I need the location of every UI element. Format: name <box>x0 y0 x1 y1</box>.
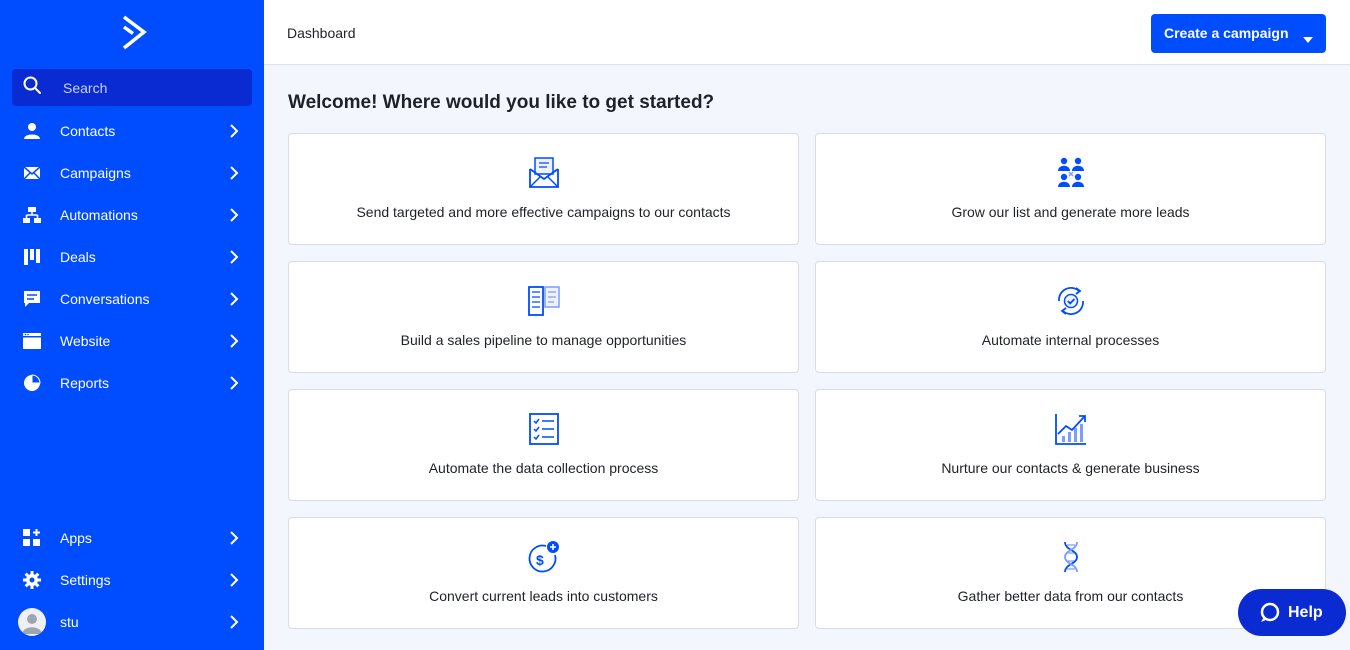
chevron-right-icon <box>228 376 240 390</box>
svg-text:$: $ <box>536 552 544 568</box>
card-label: Nurture our contacts & generate business <box>941 460 1200 476</box>
card-label: Convert current leads into customers <box>429 588 658 604</box>
card-convert-leads[interactable]: $ Convert current leads into customers <box>288 517 799 629</box>
card-label: Send targeted and more effective campaig… <box>356 204 731 220</box>
create-campaign-button[interactable]: Create a campaign <box>1151 14 1326 53</box>
chevron-right-icon <box>228 531 240 545</box>
search-input[interactable]: Search <box>12 69 252 106</box>
sidebar-item-label: Settings <box>60 572 111 588</box>
chevron-right-icon <box>228 124 240 138</box>
sidebar-item-website[interactable]: Website <box>0 320 264 362</box>
sidebar-item-label: Apps <box>60 530 92 546</box>
caret-down-icon[interactable] <box>1303 30 1313 43</box>
growth-chart-icon <box>1054 412 1088 446</box>
help-button[interactable]: Help <box>1238 589 1346 636</box>
envelope-icon <box>23 164 41 182</box>
card-grow-list[interactable]: Grow our list and generate more leads <box>815 133 1326 245</box>
welcome-heading: Welcome! Where would you like to get sta… <box>288 92 715 113</box>
checklist-icon <box>527 412 561 446</box>
sidebar-item-conversations[interactable]: Conversations <box>0 278 264 320</box>
apps-grid-icon <box>23 529 41 547</box>
sidebar-item-campaigns[interactable]: Campaigns <box>0 152 264 194</box>
sidebar-item-deals[interactable]: Deals <box>0 236 264 278</box>
chevron-right-icon <box>228 208 240 222</box>
chevron-right-icon <box>228 615 240 629</box>
search-icon <box>23 76 41 99</box>
sidebar-item-contacts[interactable]: Contacts <box>0 110 264 152</box>
sidebar: Search Contacts Campaigns Automations De… <box>0 0 264 650</box>
top-header: Dashboard Create a campaign <box>264 0 1350 65</box>
chevron-right-icon <box>228 573 240 587</box>
create-campaign-label: Create a campaign <box>1164 25 1289 41</box>
people-group-icon <box>1054 156 1088 190</box>
chevron-right-icon <box>228 334 240 348</box>
sync-check-icon <box>1054 284 1088 318</box>
sidebar-item-apps[interactable]: Apps <box>0 517 264 559</box>
page-title: Dashboard <box>287 25 356 41</box>
pipeline-icon <box>527 284 561 318</box>
chevron-right-icon <box>228 250 240 264</box>
kanban-icon <box>23 248 41 266</box>
card-automate-internal[interactable]: Automate internal processes <box>815 261 1326 373</box>
dollar-plus-icon: $ <box>527 540 561 574</box>
card-label: Automate internal processes <box>981 332 1160 348</box>
sidebar-item-label: Conversations <box>60 291 150 307</box>
avatar <box>18 608 46 636</box>
card-label: Automate the data collection process <box>428 460 659 476</box>
dna-icon <box>1054 540 1088 574</box>
sidebar-item-automations[interactable]: Automations <box>0 194 264 236</box>
chat-icon <box>23 290 41 308</box>
help-label: Help <box>1288 604 1323 621</box>
flowchart-icon <box>23 206 41 224</box>
chevron-right-icon <box>228 292 240 306</box>
sidebar-item-settings[interactable]: Settings <box>0 559 264 601</box>
pie-chart-icon <box>23 374 41 392</box>
browser-icon <box>23 332 41 350</box>
sidebar-item-user[interactable]: stu <box>0 601 264 643</box>
chevron-right-icon <box>228 166 240 180</box>
card-send-campaigns[interactable]: Send targeted and more effective campaig… <box>288 133 799 245</box>
card-sales-pipeline[interactable]: Build a sales pipeline to manage opportu… <box>288 261 799 373</box>
card-label: Grow our list and generate more leads <box>951 204 1190 220</box>
sidebar-item-label: Automations <box>60 207 138 223</box>
card-label: Build a sales pipeline to manage opportu… <box>400 332 687 348</box>
card-nurture-contacts[interactable]: Nurture our contacts & generate business <box>815 389 1326 501</box>
sidebar-item-label: Website <box>60 333 111 349</box>
sidebar-item-label: Campaigns <box>60 165 131 181</box>
person-icon <box>23 122 41 140</box>
activecampaign-logo-icon[interactable] <box>118 15 148 51</box>
user-name: stu <box>60 614 79 630</box>
sidebar-item-reports[interactable]: Reports <box>0 362 264 404</box>
gear-icon <box>23 571 41 589</box>
sidebar-item-label: Deals <box>60 249 96 265</box>
email-campaign-icon <box>527 156 561 190</box>
card-data-collection[interactable]: Automate the data collection process <box>288 389 799 501</box>
sidebar-item-label: Contacts <box>60 123 116 139</box>
search-placeholder: Search <box>63 79 108 96</box>
sidebar-item-label: Reports <box>60 375 110 391</box>
